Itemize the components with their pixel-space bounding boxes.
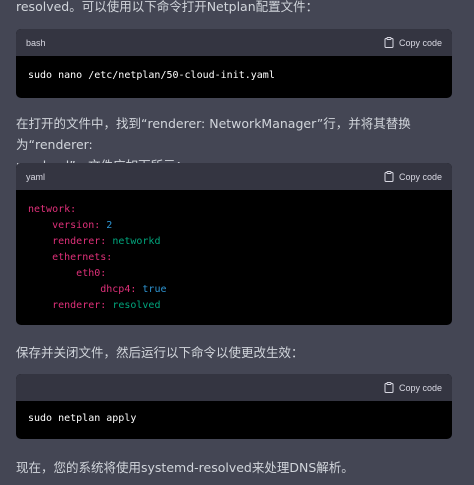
conclusion-text: 现在，您的系统将使用systemd-resolved来处理DNS解析。 xyxy=(16,460,354,475)
yaml-string: resolved xyxy=(112,300,161,311)
clipboard-icon xyxy=(384,382,394,393)
code-body: sudo netplan apply xyxy=(16,401,452,439)
intro-text: resolved。可以使用以下命令打开Netplan配置文件： xyxy=(16,0,319,14)
yaml-key: version: xyxy=(52,220,101,231)
copy-code-label: Copy code xyxy=(398,171,442,182)
code-language-label: yaml xyxy=(26,171,46,182)
yaml-key: dhcp4: xyxy=(100,284,137,295)
code-body: sudo nano /etc/netplan/50-cloud-init.yam… xyxy=(16,56,452,98)
instruction-line-1: 在打开的文件中，找到“renderer: NetworkManager”行，并将… xyxy=(16,116,411,152)
copy-code-button[interactable]: Copy code xyxy=(384,171,442,182)
copy-code-label: Copy code xyxy=(398,382,442,393)
yaml-key: network: xyxy=(28,204,77,215)
code-header: Copy code xyxy=(16,374,452,401)
code-command: sudo netplan apply xyxy=(28,413,137,424)
code-command: sudo nano /etc/netplan/50-cloud-init.yam… xyxy=(28,70,275,81)
yaml-key: renderer: xyxy=(52,236,107,247)
code-header: yaml Copy code xyxy=(16,163,452,190)
clipboard-icon xyxy=(384,171,394,182)
copy-code-button[interactable]: Copy code xyxy=(384,37,442,48)
code-block-bash-1: bash Copy code sudo nano /etc/netplan/50… xyxy=(16,29,452,98)
code-block-bash-2: Copy code sudo netplan apply xyxy=(16,374,452,439)
yaml-number: 2 xyxy=(106,220,113,231)
yaml-bool: true xyxy=(142,284,167,295)
copy-code-button[interactable]: Copy code xyxy=(384,382,442,393)
yaml-key: ethernets: xyxy=(52,252,113,263)
copy-code-label: Copy code xyxy=(398,37,442,48)
code-block-yaml: yaml Copy code network: version: 2 rende… xyxy=(16,163,452,325)
yaml-string: networkd xyxy=(112,236,161,247)
yaml-key: eth0: xyxy=(76,268,107,279)
code-language-label: bash xyxy=(26,37,46,48)
code-header: bash Copy code xyxy=(16,29,452,56)
yaml-key: renderer: xyxy=(52,300,107,311)
save-instruction-text: 保存并关闭文件，然后运行以下命令以使更改生效： xyxy=(16,345,304,360)
clipboard-icon xyxy=(384,37,394,48)
code-body: network: version: 2 renderer: networkd e… xyxy=(16,190,452,325)
